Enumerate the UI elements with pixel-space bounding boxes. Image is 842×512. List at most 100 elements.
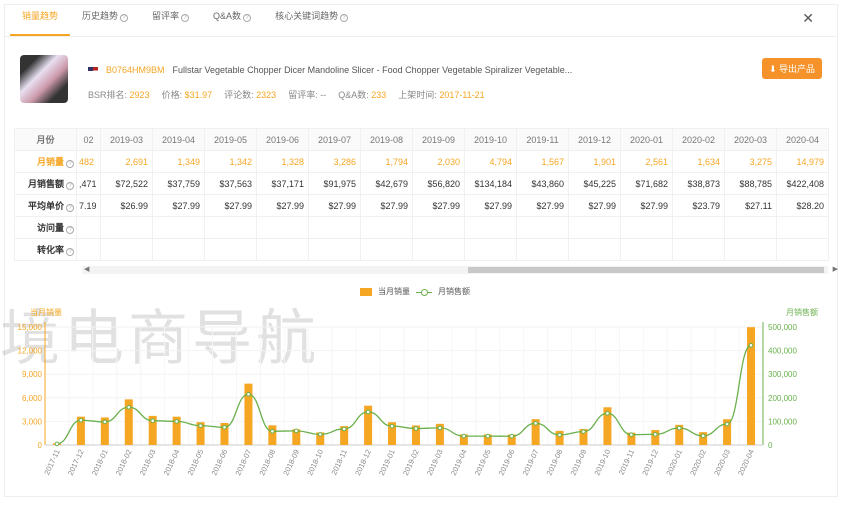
table-cell: 1,567 bbox=[516, 150, 569, 173]
legend-revenue[interactable]: 月销售额 bbox=[438, 286, 470, 297]
scrollbar-thumb[interactable] bbox=[468, 267, 824, 273]
launch-date: 上架时间: 2017-11-21 bbox=[398, 88, 484, 101]
x-tick-label: 2019-01 bbox=[377, 448, 397, 477]
left-tick-label: 9,000 bbox=[22, 370, 43, 379]
price-value: $31.97 bbox=[184, 90, 213, 100]
revenue-point bbox=[437, 425, 443, 431]
revenue-point bbox=[605, 411, 610, 416]
table-cell: 2019-08 bbox=[360, 128, 413, 151]
help-icon[interactable]: ? bbox=[66, 160, 74, 168]
table-cell bbox=[204, 216, 257, 239]
x-tick-label: 2019-12 bbox=[640, 448, 660, 477]
table-cell: $27.99 bbox=[360, 194, 413, 217]
table-cell: 2019-11 bbox=[516, 128, 569, 151]
table-cell bbox=[152, 238, 205, 261]
table-cell: 2020-03 bbox=[724, 128, 777, 151]
revenue-point bbox=[724, 421, 730, 427]
bsr: BSR排名: 2923 bbox=[88, 88, 150, 101]
tab-1[interactable]: 历史趋势? bbox=[70, 6, 140, 36]
help-icon[interactable]: ? bbox=[66, 182, 74, 190]
tab-3[interactable]: Q&A数? bbox=[201, 6, 263, 36]
asin-link[interactable]: B0764HM9BM bbox=[106, 65, 165, 75]
table-cell: 1,901 bbox=[568, 150, 621, 173]
revenue-point bbox=[653, 432, 658, 437]
x-tick-label: 2018-06 bbox=[210, 448, 230, 477]
table-cell bbox=[100, 216, 153, 239]
table-cell: 2019-10 bbox=[464, 128, 517, 151]
x-tick-label: 2018-08 bbox=[257, 448, 277, 477]
table-cell: $56,820 bbox=[412, 172, 465, 195]
tab-4[interactable]: 核心关键词趋势? bbox=[263, 6, 360, 36]
right-tick-label: 200,000 bbox=[768, 394, 797, 403]
table-cell: $27.99 bbox=[568, 194, 621, 217]
help-icon[interactable]: ? bbox=[120, 14, 129, 22]
x-tick-label: 2020-03 bbox=[712, 448, 732, 477]
right-tick-label: 100,000 bbox=[768, 417, 797, 426]
help-icon[interactable]: ? bbox=[340, 14, 349, 22]
table-cell bbox=[204, 238, 257, 261]
tab-2[interactable]: 留评率? bbox=[140, 6, 201, 36]
table-cell bbox=[412, 216, 465, 239]
table-scrollbar[interactable]: ◀ ▶ bbox=[82, 265, 838, 274]
table-cell: 2020-01 bbox=[620, 128, 673, 151]
help-icon[interactable]: ? bbox=[243, 14, 252, 22]
revenue-point bbox=[54, 441, 60, 447]
table-cell: 4,794 bbox=[464, 150, 517, 173]
scroll-left-icon[interactable]: ◀ bbox=[84, 265, 89, 273]
x-tick-label: 2019-11 bbox=[617, 448, 637, 476]
table-cell: 2019-06 bbox=[256, 128, 309, 151]
help-icon[interactable]: ? bbox=[181, 14, 190, 22]
table-cell bbox=[672, 238, 725, 261]
help-icon[interactable]: ? bbox=[66, 204, 74, 212]
table-cell: 3,286 bbox=[308, 150, 361, 173]
row-label-text: 月销售额 bbox=[27, 179, 64, 189]
help-icon[interactable]: ? bbox=[66, 248, 74, 256]
sales-chart: 0 0 3,000 100,000 6,000 200,000 9,000 300,000 12… bbox=[18, 307, 818, 477]
revenue-point bbox=[341, 426, 347, 432]
table-cell: $37,563 bbox=[204, 172, 257, 195]
table-cell: $42,679 bbox=[360, 172, 413, 195]
table-cell bbox=[412, 238, 465, 261]
bsr-label: BSR排名: bbox=[88, 90, 128, 100]
table-cell bbox=[568, 216, 621, 239]
table-cell bbox=[76, 238, 101, 261]
x-tick-label: 2019-02 bbox=[401, 448, 421, 477]
table-row: 转化率? bbox=[14, 238, 829, 261]
qa-label: Q&A数: bbox=[338, 90, 369, 100]
row-label: 月销量? bbox=[14, 150, 77, 173]
product-image[interactable] bbox=[20, 55, 68, 103]
legend-bar-swatch bbox=[360, 287, 372, 296]
table-cell: $72,522 bbox=[100, 172, 153, 195]
table-cell: $27.99 bbox=[620, 194, 673, 217]
table-row: 平均单价? 7.19 $26.99 $27.99 $27.99 $27.99 $27.99 $… bbox=[14, 194, 829, 217]
table-cell: 2,691 bbox=[100, 150, 153, 173]
review-rate: 留评率: -- bbox=[288, 88, 326, 101]
table-cell: 2019-05 bbox=[204, 128, 257, 151]
close-icon[interactable]: ✕ bbox=[802, 10, 814, 27]
x-tick-label: 2020-02 bbox=[688, 448, 708, 477]
revenue-point bbox=[246, 391, 251, 397]
scroll-right-icon[interactable]: ▶ bbox=[833, 265, 838, 273]
legend-units[interactable]: 当月销量 bbox=[378, 286, 410, 297]
help-icon[interactable]: ? bbox=[66, 226, 74, 234]
x-tick-label: 2018-04 bbox=[162, 448, 182, 477]
row-label-text: 月份 bbox=[36, 135, 55, 145]
revenue-point bbox=[389, 423, 395, 429]
right-tick-label: 400,000 bbox=[768, 347, 797, 356]
table-row: 月销量? 482 2,691 1,349 1,342 1,328 3,286 1,794 2,0… bbox=[14, 150, 829, 173]
x-tick-label: 2019-04 bbox=[449, 448, 469, 477]
table-cell bbox=[76, 216, 101, 239]
table-cell: 1,328 bbox=[256, 150, 309, 173]
export-product-button[interactable]: ⬇ 导出产品 bbox=[761, 58, 822, 79]
table-cell: $27.99 bbox=[152, 194, 205, 217]
table-cell: $27.99 bbox=[412, 194, 465, 217]
date-value: 2017-11-21 bbox=[439, 90, 485, 100]
x-tick-label: 2018-03 bbox=[138, 448, 158, 477]
revenue-point bbox=[102, 419, 108, 425]
right-tick-label: 500,000 bbox=[768, 323, 797, 332]
left-tick-label: 6,000 bbox=[22, 394, 43, 403]
table-cell: 1,794 bbox=[360, 150, 413, 173]
tab-0[interactable]: 销量趋势 bbox=[10, 6, 71, 36]
left-tick-label: 0 bbox=[38, 441, 43, 450]
table-cell: 2020-02 bbox=[672, 128, 725, 151]
